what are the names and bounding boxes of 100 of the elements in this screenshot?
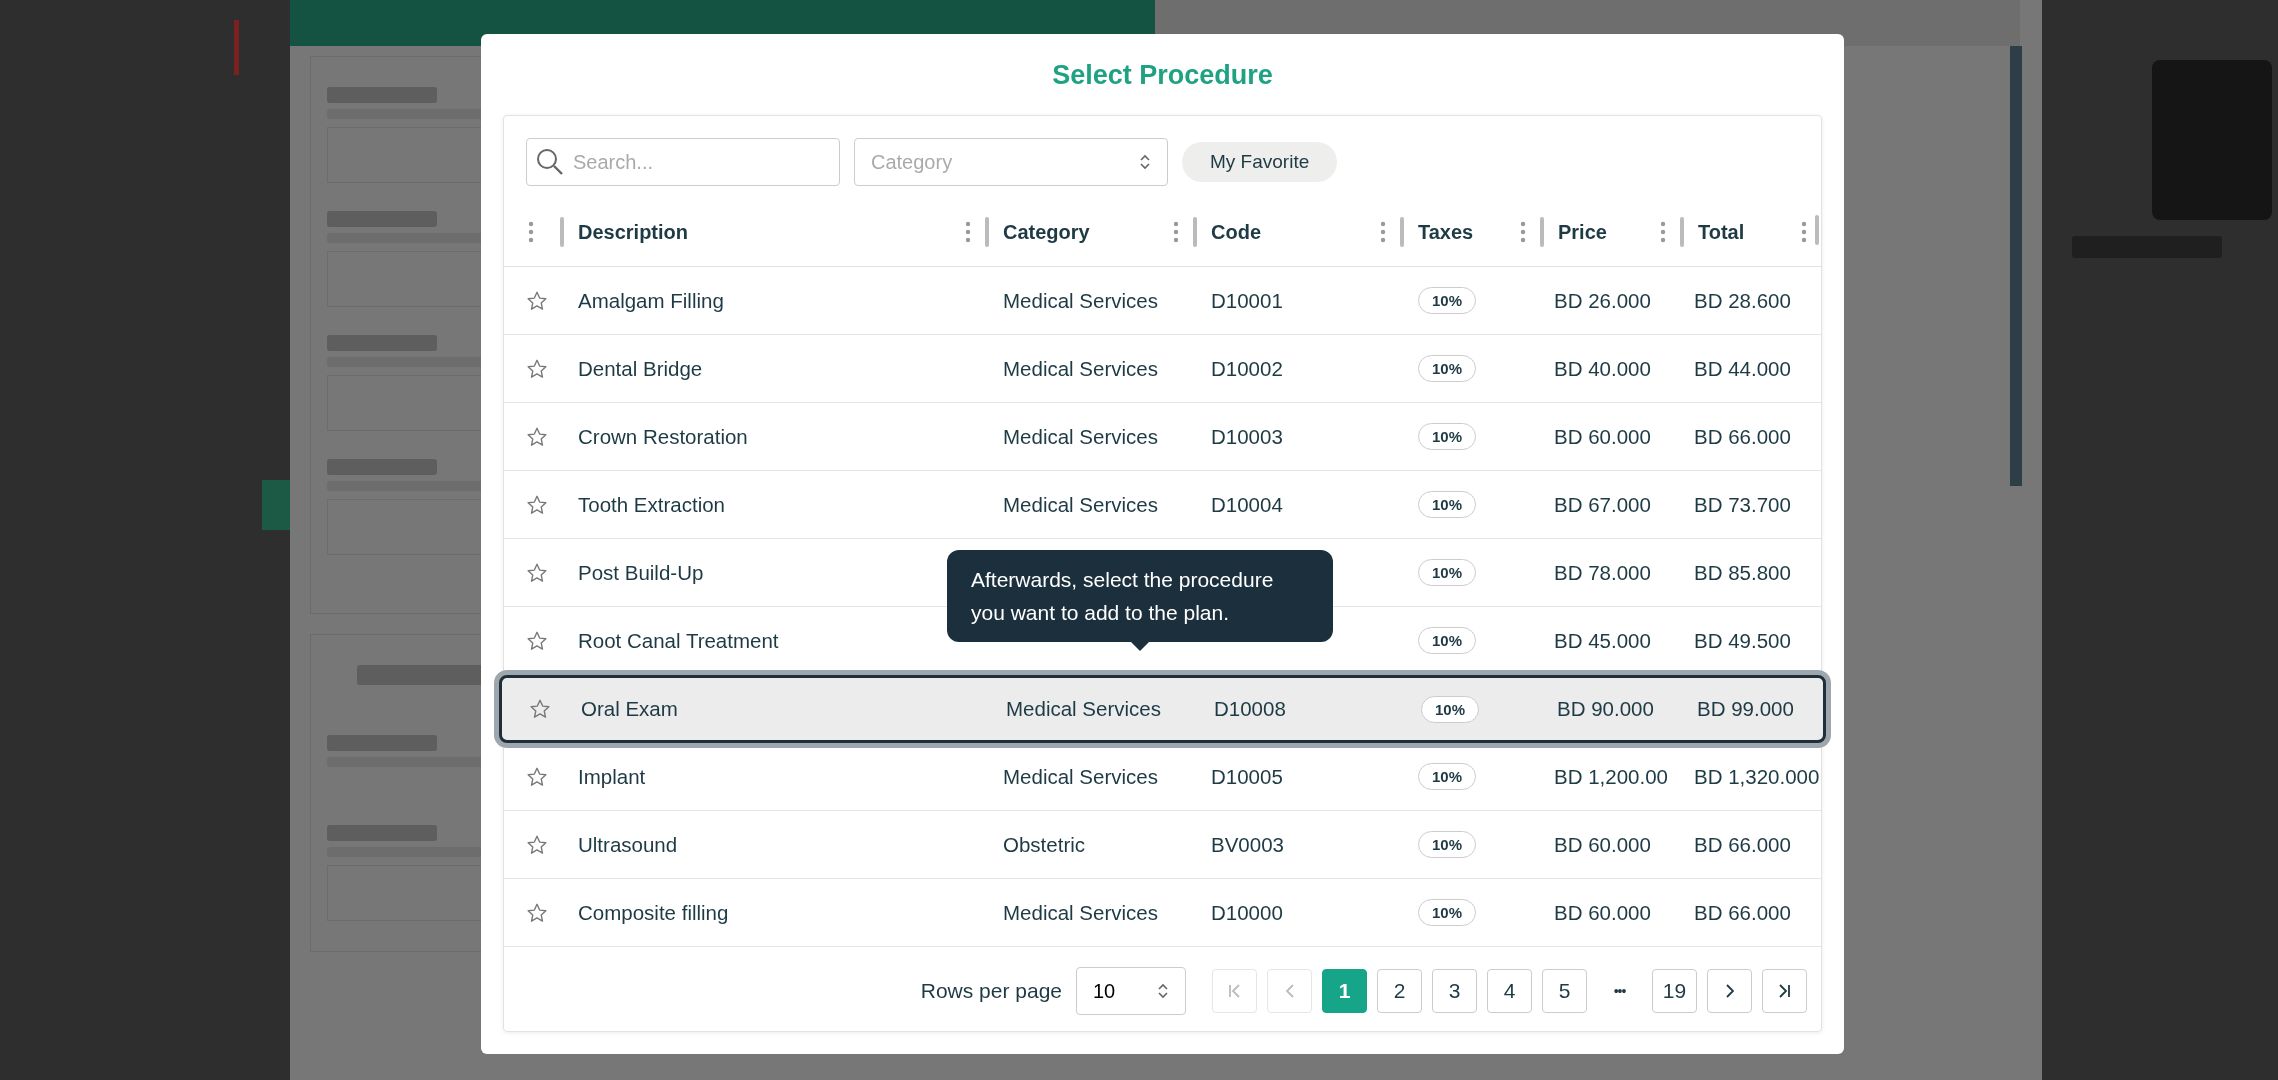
- page-button[interactable]: 4: [1487, 969, 1532, 1013]
- rows-per-page-select[interactable]: 10: [1076, 967, 1186, 1015]
- column-header[interactable]: Category: [989, 220, 1173, 244]
- column-menu-icon[interactable]: [1520, 221, 1526, 243]
- chevron-left-icon: [1285, 984, 1294, 998]
- table-cell: D10000: [1211, 900, 1283, 925]
- table-cell: Composite filling: [578, 900, 729, 925]
- table-cell: BD 44.000: [1694, 356, 1791, 381]
- column-menu-icon[interactable]: [965, 221, 971, 243]
- first-page-button[interactable]: [1212, 969, 1257, 1013]
- table-cell: BD 78.000: [1554, 560, 1651, 585]
- table-cell: Amalgam Filling: [578, 288, 724, 313]
- column-resize-handle[interactable]: [1680, 217, 1684, 247]
- column-menu-icon[interactable]: [1801, 221, 1807, 243]
- table-cell: BD 60.000: [1554, 900, 1651, 925]
- star-icon[interactable]: [526, 357, 548, 380]
- column-resize-handle[interactable]: [985, 217, 989, 247]
- table-cell: BD 66.000: [1694, 424, 1791, 449]
- star-icon[interactable]: [529, 698, 551, 720]
- page-button[interactable]: 5: [1542, 969, 1587, 1013]
- table-cell: D10002: [1211, 356, 1283, 381]
- table-cell: BD 90.000: [1557, 697, 1654, 721]
- tooltip-pointer: [1131, 642, 1149, 651]
- table-row[interactable]: Composite filling Medical Services D10000 10% BD 60.000 BD 66.000: [504, 879, 1821, 947]
- column-header[interactable]: Description: [564, 220, 965, 244]
- table-cell: Ultrasound: [578, 832, 678, 857]
- table-cell: BV0003: [1211, 832, 1284, 857]
- column-header[interactable]: Taxes: [1404, 220, 1520, 244]
- column-menu-icon[interactable]: [1660, 221, 1666, 243]
- table-cell: BD 26.000: [1554, 288, 1651, 313]
- search-icon: [536, 148, 564, 176]
- table-cell: D10005: [1211, 764, 1283, 789]
- table-cell: BD 66.000: [1694, 900, 1791, 925]
- next-page-button[interactable]: [1707, 969, 1752, 1013]
- table-cell: Oral Exam: [581, 697, 678, 721]
- star-icon[interactable]: [526, 901, 548, 924]
- table-cell: BD 60.000: [1554, 424, 1651, 449]
- table-cell: Root Canal Treatment: [578, 628, 779, 653]
- rows-per-page-label: Rows per page: [920, 979, 1062, 1003]
- column-resize-handle[interactable]: [1540, 217, 1544, 247]
- tax-badge: 10%: [1418, 627, 1477, 654]
- page-button[interactable]: 3: [1432, 969, 1477, 1013]
- tax-badge: 10%: [1421, 695, 1480, 723]
- page-button[interactable]: 19: [1652, 969, 1697, 1013]
- dialog-title: Select Procedure: [1051, 59, 1274, 92]
- column-resize-handle[interactable]: [1400, 217, 1404, 247]
- table-row[interactable]: Implant Medical Services D10005 10% BD 1,200.00 BD 1,320.000: [504, 743, 1821, 811]
- column-resize-handle[interactable]: [560, 217, 564, 247]
- last-page-button[interactable]: [1762, 969, 1807, 1013]
- page-button[interactable]: 2: [1377, 969, 1422, 1013]
- button-background: [262, 480, 290, 530]
- tax-badge: 10%: [1418, 559, 1477, 586]
- table-cell: Medical Services: [1003, 356, 1158, 381]
- star-icon[interactable]: [526, 289, 548, 312]
- column-resize-handle[interactable]: [1193, 217, 1197, 247]
- table-cell: Tooth Extraction: [578, 492, 725, 517]
- column-header[interactable]: Total: [1684, 220, 1801, 244]
- table-cell: Obstetric: [1003, 832, 1086, 857]
- table-cell: Post Build-Up: [578, 560, 704, 585]
- column-header[interactable]: Price: [1544, 220, 1660, 244]
- table-cell: Medical Services: [1003, 764, 1158, 789]
- chevron-icon: [1139, 153, 1151, 171]
- table-cell: BD 1,200.00: [1554, 764, 1668, 789]
- star-icon[interactable]: [526, 833, 548, 856]
- star-icon[interactable]: [526, 493, 548, 516]
- table-cell: Implant: [578, 764, 646, 789]
- table-row[interactable]: Tooth Extraction Medical Services D10004 10% BD 67.000 BD 73.700: [504, 471, 1821, 539]
- table-cell: D10008: [1214, 697, 1286, 721]
- table-cell: Dental Bridge: [578, 356, 703, 381]
- table-cell: BD 28.600: [1694, 288, 1791, 313]
- table-cell: BD 66.000: [1694, 832, 1791, 857]
- column-menu-icon[interactable]: [1380, 221, 1386, 243]
- table-row[interactable]: Ultrasound Obstetric BV0003 10% BD 60.000 BD 66.000: [504, 811, 1821, 879]
- tax-badge: 10%: [1418, 763, 1477, 790]
- table-cell: BD 1,320.000: [1694, 764, 1820, 789]
- star-icon[interactable]: [526, 561, 548, 584]
- search-field[interactable]: Search...: [526, 138, 840, 186]
- table-cell: Crown Restoration: [578, 424, 748, 449]
- chevron-icon: [1157, 982, 1169, 1000]
- table-cell: BD 73.700: [1694, 492, 1791, 517]
- table-row[interactable]: Crown Restoration Medical Services D10003 10% BD 60.000 BD 66.000: [504, 403, 1821, 471]
- table-cell: BD 67.000: [1554, 492, 1651, 517]
- column-header[interactable]: Code: [1197, 220, 1380, 244]
- favorite-button[interactable]: My Favorite: [1182, 142, 1338, 182]
- chevron-right-icon: [1725, 984, 1734, 998]
- tax-badge: 10%: [1418, 287, 1477, 314]
- table-row[interactable]: Amalgam Filling Medical Services D10001 10% BD 26.000 BD 28.600: [504, 267, 1821, 335]
- column-menu-icon[interactable]: [528, 221, 534, 243]
- last-page-icon: [1779, 984, 1790, 998]
- column-resize-handle[interactable]: [1815, 215, 1819, 245]
- table-row[interactable]: Dental Bridge Medical Services D10002 10% BD 40.000 BD 44.000: [504, 335, 1821, 403]
- star-icon[interactable]: [526, 765, 548, 788]
- table-cell: D10004: [1211, 492, 1283, 517]
- star-icon[interactable]: [526, 425, 548, 448]
- table-cell: BD 45.000: [1554, 628, 1651, 653]
- table-cell: Medical Services: [1003, 424, 1158, 449]
- table-cell: BD 49.500: [1694, 628, 1791, 653]
- table-cell: BD 40.000: [1554, 356, 1651, 381]
- star-icon[interactable]: [526, 629, 548, 652]
- column-menu-icon[interactable]: [1173, 221, 1179, 243]
